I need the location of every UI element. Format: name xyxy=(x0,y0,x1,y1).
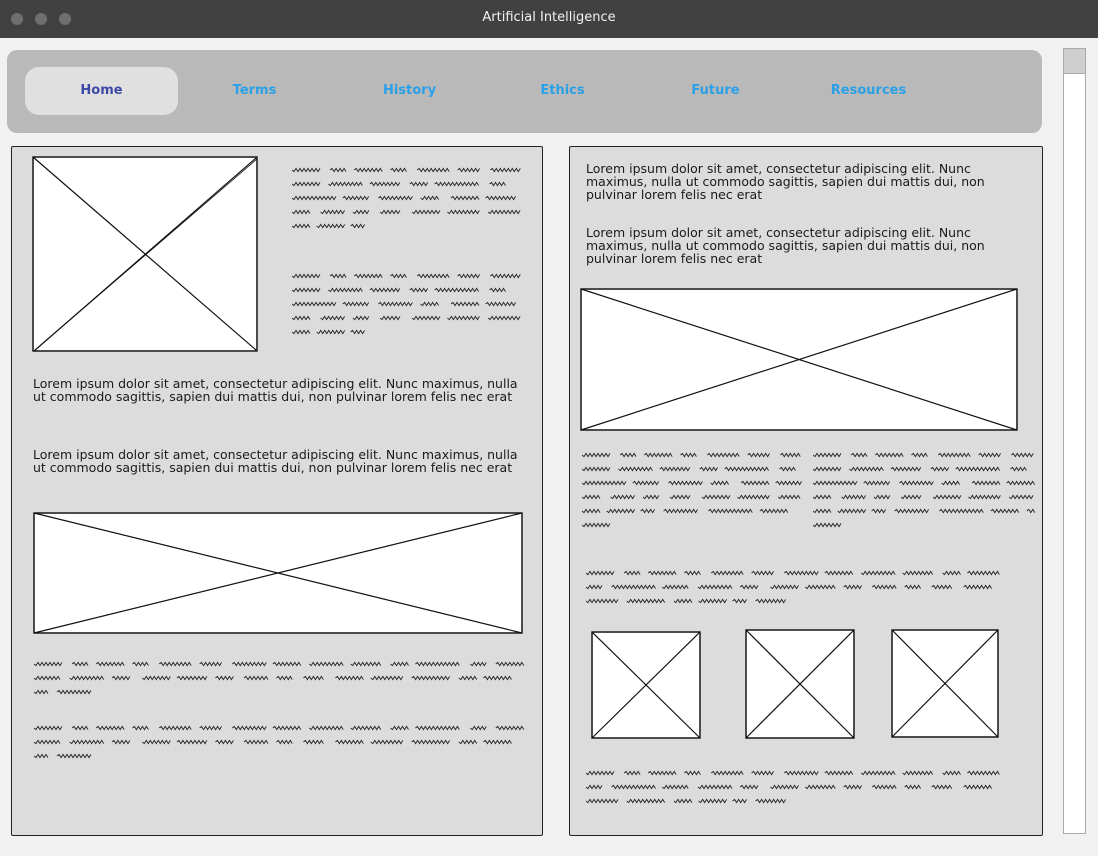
text-placeholder-scribble xyxy=(586,768,1006,813)
text-placeholder-scribble xyxy=(292,165,527,235)
main-nav: Home Terms History Ethics Future Resourc… xyxy=(7,50,1042,133)
left-paragraph-2: Lorem ipsum dolor sit amet, consectetur … xyxy=(33,447,518,475)
right-paragraph-2: Lorem ipsum dolor sit amet, consectetur … xyxy=(586,225,985,266)
text-placeholder-scribble xyxy=(292,271,527,341)
left-content-panel: Lorem ipsum dolor sit amet, consectetur … xyxy=(11,146,543,836)
nav-history[interactable]: History xyxy=(357,67,462,115)
nav-future[interactable]: Future xyxy=(663,67,768,115)
text-placeholder-scribble xyxy=(34,659,529,704)
nav-ethics[interactable]: Ethics xyxy=(510,67,615,115)
text-placeholder-scribble xyxy=(34,723,529,768)
window-title: Artificial Intelligence xyxy=(482,10,616,25)
right-paragraph-1: Lorem ipsum dolor sit amet, consectetur … xyxy=(586,161,985,202)
image-placeholder-icon xyxy=(745,629,855,739)
image-placeholder-icon xyxy=(580,288,1018,431)
scrollbar-thumb[interactable] xyxy=(1064,49,1085,74)
nav-home[interactable]: Home xyxy=(25,67,178,115)
vertical-scrollbar[interactable] xyxy=(1063,48,1086,834)
text-placeholder-scribble xyxy=(586,568,1006,613)
left-paragraph-1: Lorem ipsum dolor sit amet, consectetur … xyxy=(33,376,518,404)
image-placeholder-icon xyxy=(33,512,523,634)
window-titlebar: Artificial Intelligence xyxy=(0,0,1098,38)
image-placeholder-icon xyxy=(891,629,999,738)
text-placeholder-scribble xyxy=(813,450,1038,540)
image-placeholder-icon xyxy=(591,631,701,739)
nav-terms[interactable]: Terms xyxy=(202,67,307,115)
right-content-panel: Lorem ipsum dolor sit amet, consectetur … xyxy=(569,146,1043,836)
image-placeholder-icon xyxy=(32,156,258,352)
text-placeholder-scribble xyxy=(582,450,807,540)
nav-resources[interactable]: Resources xyxy=(811,67,926,115)
